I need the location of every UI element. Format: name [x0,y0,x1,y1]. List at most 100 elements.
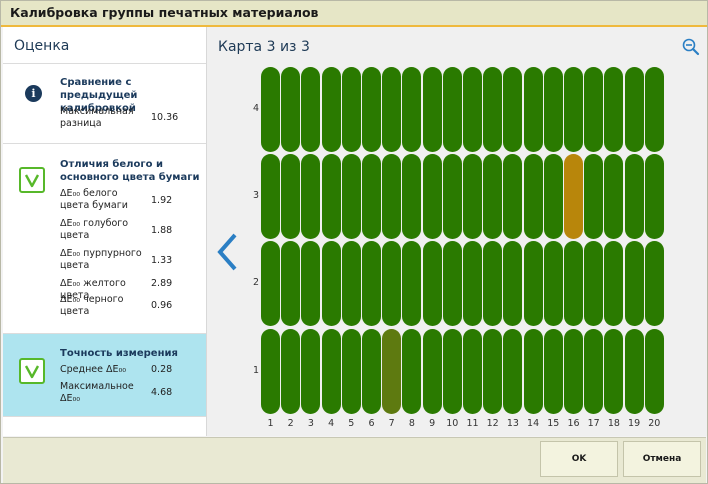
grid-cell[interactable] [584,241,604,326]
grid-cell[interactable] [382,329,402,414]
sidebar-title: Оценка [14,38,70,54]
grid-cell[interactable] [564,154,583,239]
grid-cell[interactable] [523,67,543,152]
grid-cell[interactable] [341,154,361,239]
grid-cell[interactable] [483,241,503,326]
grid-cell[interactable] [301,329,321,414]
grid-cell[interactable] [402,329,422,414]
card-title: Карта 3 из 3 [218,39,310,55]
grid-cell[interactable] [362,67,381,152]
grid-cell[interactable] [624,329,644,414]
grid-cell[interactable] [604,329,624,414]
window-title: Калибровка группы печатных материалов [10,5,319,20]
grid-cell[interactable] [564,241,583,326]
grid-cell[interactable] [281,154,301,239]
grid-cell[interactable] [341,67,361,152]
grid-cell[interactable] [483,329,503,414]
grid-cell[interactable] [584,329,604,414]
sidebar-item-comparison[interactable]: i Сравнение с предыдущей калибровкой Мак… [3,65,206,144]
grid-cell[interactable] [503,241,523,326]
grid-cell[interactable] [543,154,563,239]
grid-cell[interactable] [463,329,482,414]
grid-cell[interactable] [362,241,381,326]
column-number-label: 8 [408,418,415,429]
grid-cell[interactable] [543,329,563,414]
row-label: ΔE₀₀ белого цвета бумаги [60,188,128,211]
grid-cell[interactable] [564,67,583,152]
grid-cell[interactable] [341,329,361,414]
grid-cell[interactable] [624,241,644,326]
grid-cell[interactable] [503,67,523,152]
grid-cell[interactable] [644,241,664,326]
row-number-label: 2 [252,276,260,288]
grid-cell[interactable] [261,329,280,414]
grid-cell[interactable] [301,241,321,326]
grid-cell[interactable] [463,154,482,239]
grid-cell[interactable] [523,154,543,239]
column-number-label: 17 [587,418,600,429]
grid-cell[interactable] [624,67,644,152]
grid-cell[interactable] [362,329,381,414]
grid-cell[interactable] [261,241,280,326]
grid-cell[interactable] [281,329,301,414]
grid-cell[interactable] [402,67,422,152]
grid-cell[interactable] [523,241,543,326]
grid-cell[interactable] [402,154,422,239]
column-number-label: 6 [368,418,375,429]
grid-cell[interactable] [321,241,341,326]
grid-cell[interactable] [604,67,624,152]
grid-cell[interactable] [382,241,402,326]
ok-button[interactable]: OK [540,441,618,477]
sidebar-item-accuracy[interactable]: Точность измерения Среднее ΔE₀₀ 0.28 Мак… [3,334,206,417]
grid-cell[interactable] [422,241,442,326]
previous-card-arrow-icon[interactable] [215,232,239,272]
grid-cell[interactable] [644,67,664,152]
grid-cell[interactable] [503,154,523,239]
grid-cell[interactable] [301,154,321,239]
column-number-label: 9 [429,418,436,429]
grid-cell[interactable] [422,67,442,152]
grid-cell[interactable] [402,241,422,326]
grid-cell[interactable] [624,154,644,239]
grid-cell[interactable] [321,329,341,414]
grid-cell[interactable] [503,329,523,414]
grid-cell[interactable] [584,154,604,239]
grid-cell[interactable] [321,67,341,152]
grid-cell[interactable] [604,241,624,326]
grid-cell[interactable] [382,154,402,239]
grid-cell[interactable] [523,329,543,414]
grid-cell[interactable] [442,154,462,239]
grid-cell[interactable] [644,154,664,239]
grid-cell[interactable] [644,329,664,414]
grid-cell[interactable] [261,154,280,239]
grid-cell[interactable] [422,329,442,414]
grid-cell[interactable] [483,67,503,152]
zoom-out-icon[interactable] [681,37,701,57]
grid-cell[interactable] [564,329,583,414]
column-number-label: 18 [607,418,620,429]
grid-cell[interactable] [301,67,321,152]
grid-cell[interactable] [463,241,482,326]
grid-cell[interactable] [362,154,381,239]
grid-cell[interactable] [281,241,301,326]
sidebar-item-paper-white[interactable]: Отличия белого и основного цвета бумаги … [3,144,206,334]
cancel-button[interactable]: Отмена [623,441,701,477]
grid-cell[interactable] [422,154,442,239]
column-number-label: 13 [506,418,519,429]
grid-cell[interactable] [442,329,462,414]
row-label: Максимальное ΔE₀₀ [60,381,134,404]
grid-cell[interactable] [584,67,604,152]
grid-cell[interactable] [483,154,503,239]
grid-cell[interactable] [604,154,624,239]
grid-cell[interactable] [261,67,280,152]
grid-cell[interactable] [543,67,563,152]
grid-cell[interactable] [442,241,462,326]
grid-cell[interactable] [341,241,361,326]
row-value: 0.96 [151,300,173,311]
grid-cell[interactable] [463,67,482,152]
grid-cell[interactable] [543,241,563,326]
grid-cell[interactable] [281,67,301,152]
grid-cell[interactable] [321,154,341,239]
grid-cell[interactable] [382,67,402,152]
grid-cell[interactable] [442,67,462,152]
